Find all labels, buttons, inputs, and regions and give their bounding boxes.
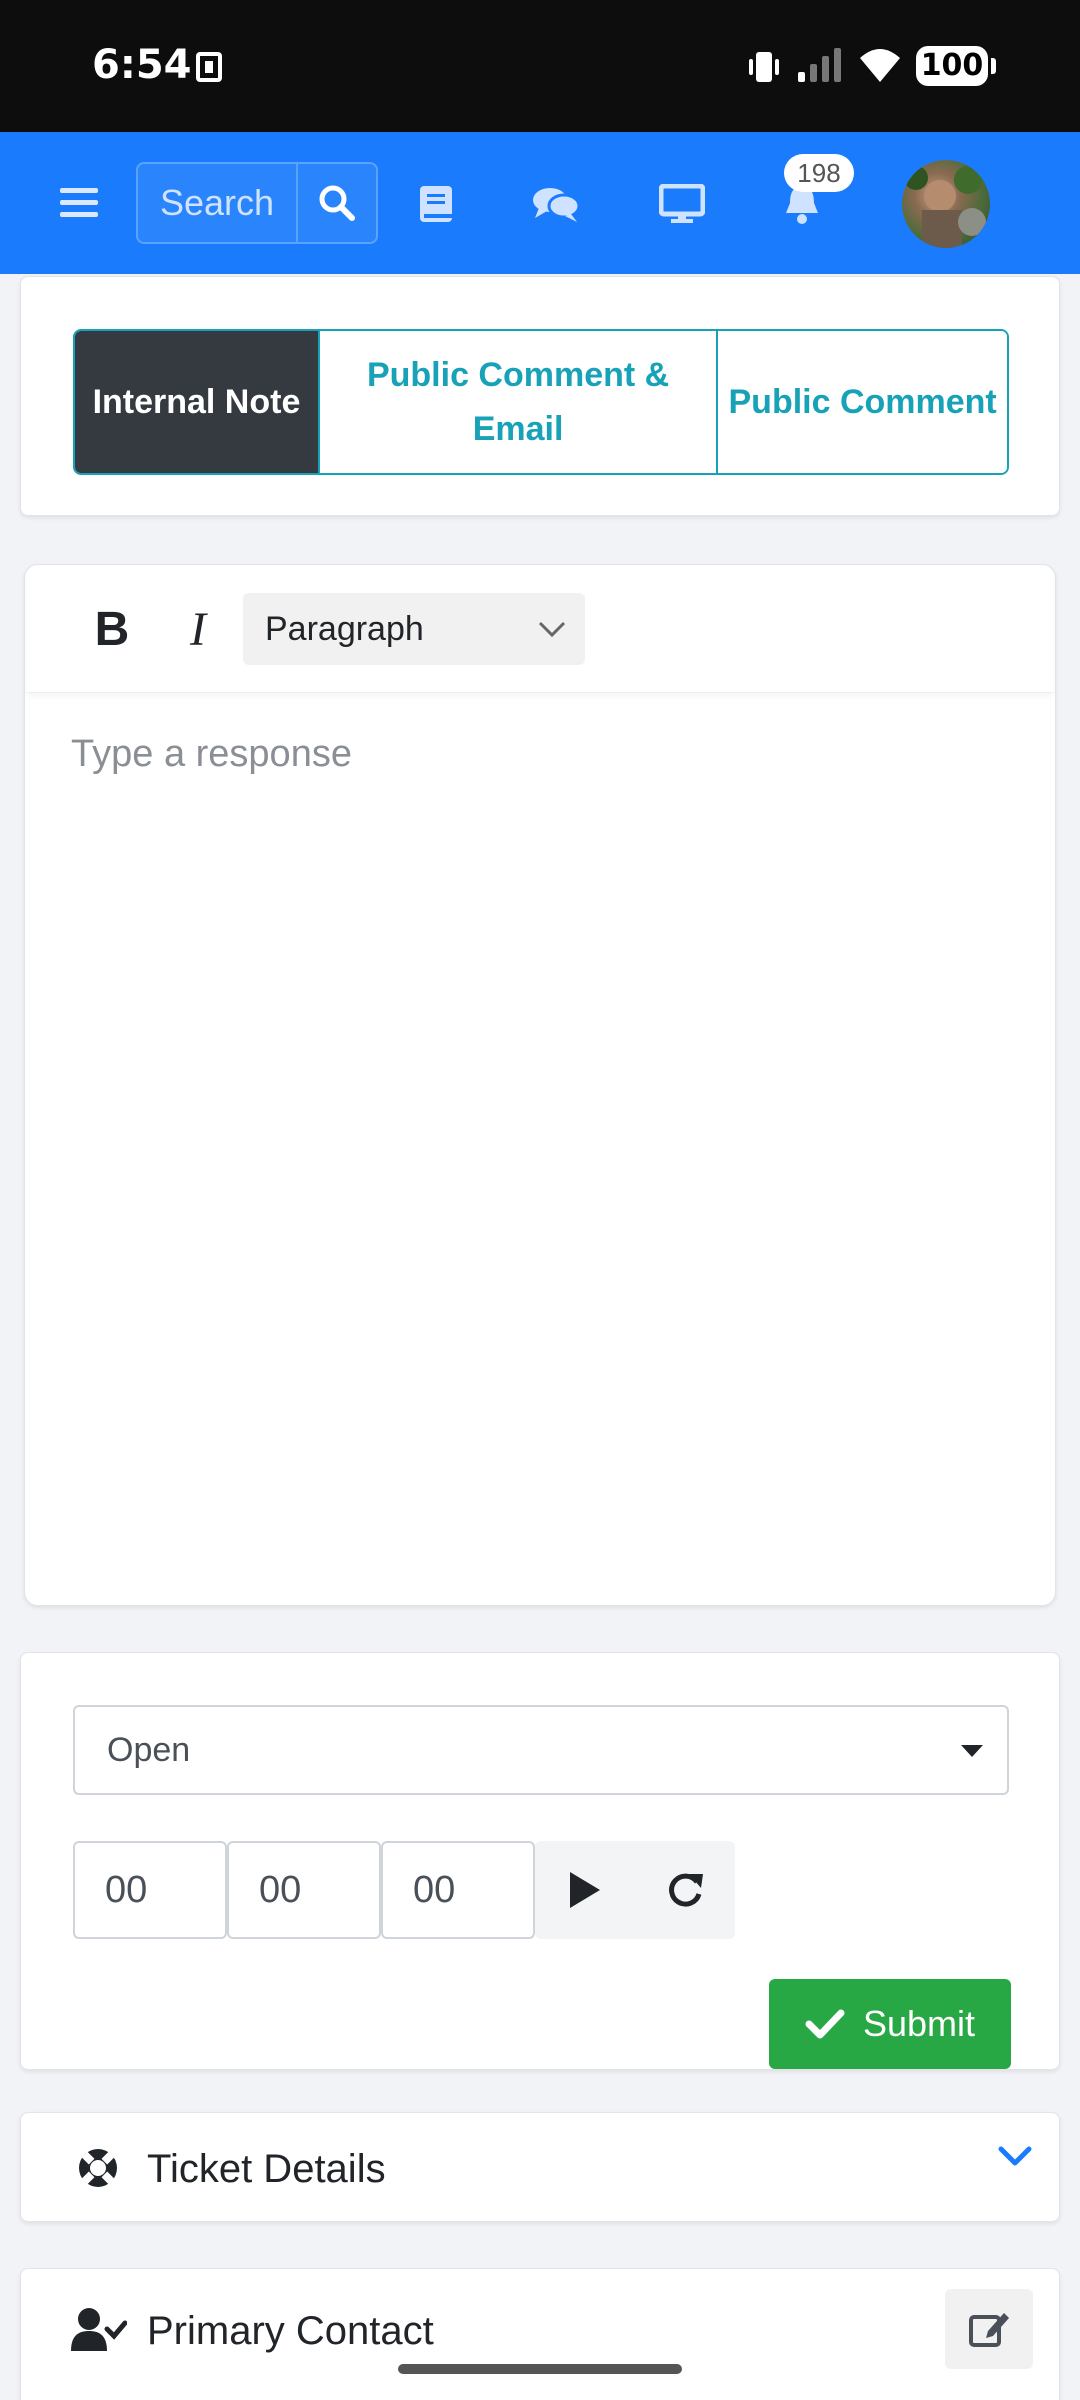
search-box [136,162,378,244]
book-icon [420,186,452,222]
check-icon [805,2009,845,2039]
timer-reset-button[interactable] [635,1841,735,1939]
life-ring-icon [79,2149,117,2187]
search-button[interactable] [296,164,376,242]
italic-button[interactable]: I [163,593,233,665]
user-check-icon [71,2308,127,2351]
desktop-button[interactable] [652,174,712,234]
notification-badge: 198 [784,154,854,192]
redo-icon [669,1873,703,1907]
response-text-area[interactable]: Type a response [71,733,352,776]
battery-indicator: 100 [916,46,996,86]
vibrate-icon [749,52,779,82]
block-format-value: Paragraph [265,610,424,648]
home-indicator[interactable] [398,2364,682,2374]
timer-seconds-input[interactable]: 00 [381,1841,535,1939]
signal-icon [798,48,841,82]
status-select-value: Open [107,1731,191,1769]
chat-button[interactable] [526,174,586,234]
edit-icon [969,2313,1009,2347]
wifi-icon [860,49,900,82]
primary-contact-title: Primary Contact [147,2309,434,2353]
response-placeholder: Type a response [71,733,352,775]
tab-public-comment-email[interactable]: Public Comment & Email [317,331,717,473]
search-input[interactable] [138,164,296,242]
reply-type-tabs: Internal Note Public Comment & Email Pub… [73,329,1009,475]
caret-down-icon [961,1745,983,1757]
desktop-icon [659,184,705,223]
knowledge-base-button[interactable] [406,174,466,234]
edit-contact-button[interactable] [945,2289,1033,2369]
play-icon [570,1872,600,1908]
timer-start-button[interactable] [535,1841,635,1939]
timer-minutes-input[interactable]: 00 [227,1841,381,1939]
top-navbar: 198 [0,132,1080,274]
submit-button[interactable]: Submit [769,1979,1011,2069]
status-time: 6:54 [92,42,192,88]
ticket-details-title: Ticket Details [147,2147,386,2191]
primary-contact-panel: Primary Contact [20,2268,1060,2400]
submit-label: Submit [862,2003,976,2044]
tab-public-comment[interactable]: Public Comment [716,331,1007,473]
status-select[interactable]: Open [73,1705,1009,1795]
reply-type-card: Internal Note Public Comment & Email Pub… [20,276,1060,516]
ticket-details-panel[interactable]: Ticket Details [20,2112,1060,2222]
menu-icon[interactable] [60,188,98,218]
status-bar: 6:54 100 [0,0,1080,132]
timer-hours-input[interactable]: 00 [73,1841,227,1939]
tab-internal-note[interactable]: Internal Note [75,331,318,473]
editor-toolbar: B I Paragraph [27,567,1053,693]
avatar[interactable] [902,160,990,248]
search-icon [319,185,355,221]
sim-icon [196,52,222,82]
block-format-dropdown[interactable]: Paragraph [243,593,585,665]
response-editor: B I Paragraph Type a response [24,564,1056,1606]
bold-button[interactable]: B [77,593,147,665]
chevron-down-icon [538,621,566,638]
chevron-down-icon[interactable] [997,2143,1033,2171]
comments-icon [533,188,581,222]
ticket-action-card: Open 00 00 00 Submit [20,1652,1060,2070]
avatar-image [904,166,986,248]
